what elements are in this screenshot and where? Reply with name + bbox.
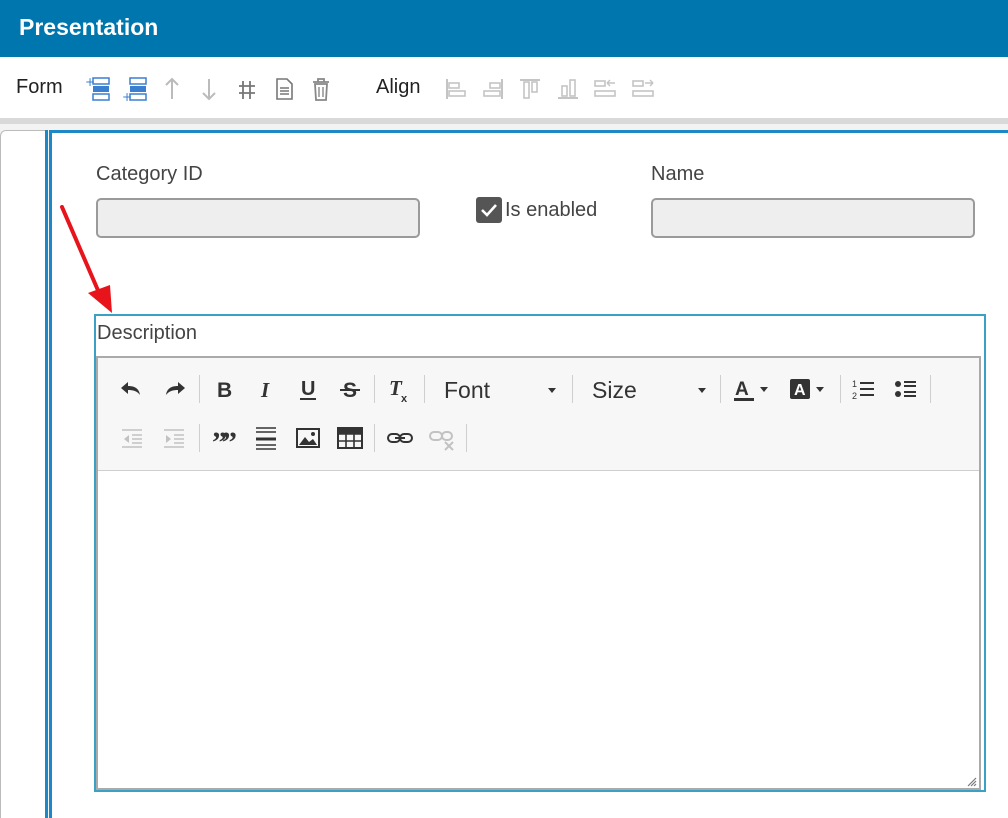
description-label: Description bbox=[97, 322, 198, 344]
align-bottom-icon[interactable] bbox=[555, 76, 581, 102]
bulleted-list-icon[interactable] bbox=[892, 375, 920, 403]
toolbar-separator bbox=[374, 375, 375, 403]
toolbar-separator bbox=[199, 375, 200, 403]
svg-text:1: 1 bbox=[852, 379, 857, 389]
bold-icon[interactable]: B bbox=[210, 375, 238, 403]
is-enabled-label: Is enabled bbox=[505, 199, 598, 221]
decrease-indent-icon[interactable] bbox=[118, 424, 146, 452]
remove-format-icon[interactable]: Tx bbox=[386, 375, 414, 403]
table-icon[interactable] bbox=[336, 424, 364, 452]
svg-text:I: I bbox=[260, 378, 270, 402]
unlink-icon[interactable] bbox=[428, 424, 456, 452]
toolbar-separator bbox=[720, 375, 721, 403]
svg-text:x: x bbox=[401, 393, 408, 403]
svg-text:”: ” bbox=[222, 426, 237, 452]
redo-icon[interactable] bbox=[160, 375, 188, 403]
toolbar-separator bbox=[424, 375, 425, 403]
toolbar-separator bbox=[572, 375, 573, 403]
font-dropdown[interactable]: Font bbox=[444, 374, 560, 404]
grid-icon[interactable] bbox=[234, 76, 260, 102]
is-enabled-checkbox[interactable] bbox=[476, 197, 502, 223]
svg-text:U: U bbox=[301, 378, 315, 400]
description-editor-area[interactable] bbox=[98, 471, 979, 788]
align-top-icon[interactable] bbox=[517, 76, 543, 102]
checkmark-icon bbox=[481, 204, 497, 217]
strikethrough-icon[interactable]: S bbox=[336, 375, 364, 403]
annotation-arrow-icon bbox=[60, 205, 112, 313]
align-label: Align bbox=[376, 76, 421, 98]
blockquote-icon[interactable]: ”” bbox=[210, 424, 238, 452]
document-icon[interactable] bbox=[271, 76, 297, 102]
left-panel bbox=[0, 130, 46, 818]
toolbar-separator bbox=[466, 424, 467, 452]
category-id-label: Category ID bbox=[96, 163, 203, 185]
underline-icon[interactable]: U bbox=[294, 375, 322, 403]
distribute-right-icon[interactable] bbox=[630, 76, 656, 102]
rich-text-editor: B I U S Tx Font Size A A 1 2 ” ” bbox=[96, 356, 981, 790]
align-left-icon[interactable] bbox=[443, 76, 469, 102]
font-dropdown-label: Font bbox=[444, 377, 491, 403]
app-header: Presentation bbox=[0, 0, 1008, 57]
distribute-left-icon[interactable] bbox=[592, 76, 618, 102]
size-dropdown[interactable]: Size bbox=[592, 374, 708, 404]
move-up-icon[interactable] bbox=[159, 76, 185, 102]
italic-icon[interactable]: I bbox=[252, 375, 280, 403]
increase-indent-icon[interactable] bbox=[160, 424, 188, 452]
text-color-icon[interactable]: A bbox=[732, 375, 774, 403]
svg-text:B: B bbox=[217, 379, 232, 402]
name-input[interactable] bbox=[651, 198, 975, 238]
toolbar-separator bbox=[374, 424, 375, 452]
move-down-icon[interactable] bbox=[196, 76, 222, 102]
delete-icon[interactable] bbox=[308, 76, 334, 102]
chevron-down-icon bbox=[548, 388, 556, 393]
svg-text:2: 2 bbox=[852, 391, 857, 401]
numbered-list-icon[interactable]: 12 bbox=[850, 375, 878, 403]
image-icon[interactable] bbox=[294, 424, 322, 452]
align-right-icon[interactable] bbox=[480, 76, 506, 102]
editor-toolbar: B I U S Tx Font Size A A 1 2 ” ” bbox=[98, 358, 979, 471]
page-title: Presentation bbox=[19, 14, 159, 40]
insert-row-after-icon[interactable]: + bbox=[122, 76, 148, 102]
toolbar-separator bbox=[840, 375, 841, 403]
svg-text:A: A bbox=[735, 379, 749, 400]
background-color-icon[interactable]: A bbox=[788, 375, 830, 403]
name-label: Name bbox=[651, 163, 705, 185]
form-toolbar: Form + + Align bbox=[0, 57, 1008, 119]
form-label: Form bbox=[16, 76, 63, 98]
svg-text:A: A bbox=[794, 382, 806, 399]
insert-row-before-icon[interactable]: + bbox=[85, 76, 111, 102]
toolbar-separator bbox=[930, 375, 931, 403]
undo-icon[interactable] bbox=[118, 375, 146, 403]
link-icon[interactable] bbox=[386, 424, 414, 452]
horizontal-rule-icon[interactable] bbox=[252, 424, 280, 452]
size-dropdown-label: Size bbox=[592, 377, 637, 403]
chevron-down-icon bbox=[698, 388, 706, 393]
resize-handle-icon[interactable] bbox=[965, 774, 977, 787]
left-panel-border bbox=[45, 130, 48, 818]
toolbar-separator bbox=[199, 424, 200, 452]
category-id-input[interactable] bbox=[96, 198, 420, 238]
